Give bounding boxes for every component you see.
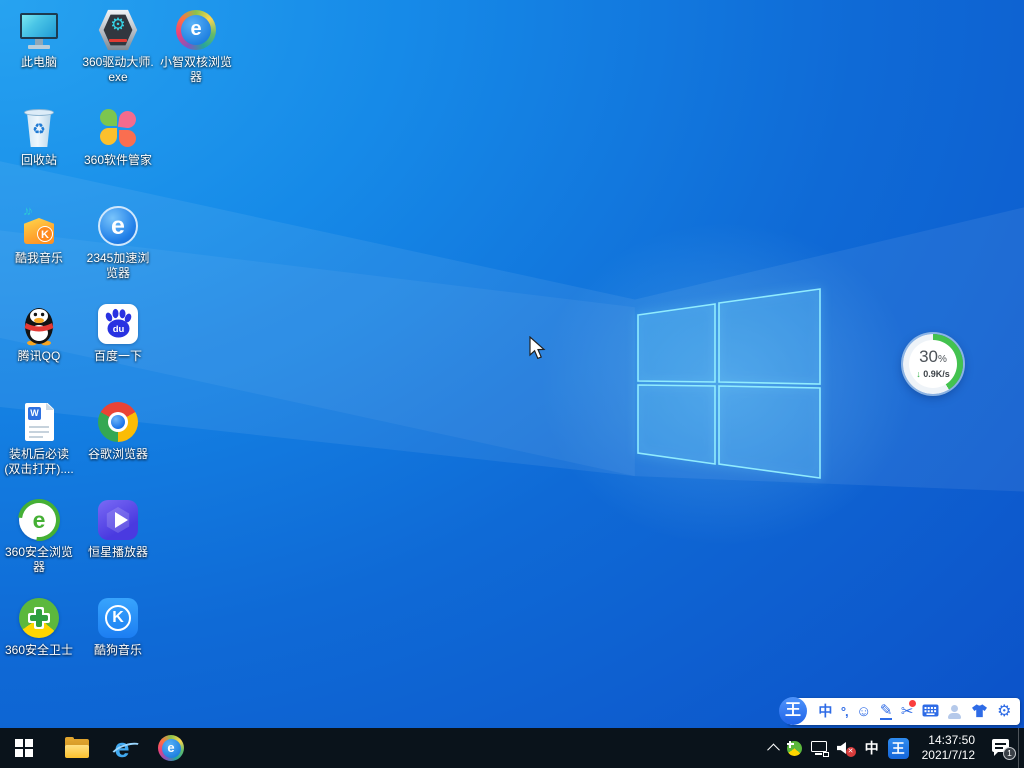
- 360-safe-browser-icon: e: [17, 498, 61, 542]
- desktop-icon-360-safe-browser[interactable]: e 360安全浏览器: [0, 498, 78, 576]
- desktop-icon-label: 360软件管家: [84, 153, 152, 168]
- memory-percent: 30%: [919, 348, 947, 369]
- svg-text:du: du: [113, 324, 125, 335]
- desktop-icon-xiaozhi-browser[interactable]: e 小智双核浏览器: [157, 8, 235, 86]
- ethernet-network-icon: [811, 741, 828, 756]
- xiaozhi-browser-icon: e: [158, 735, 184, 761]
- desktop-icon-label: 酷我音乐: [15, 251, 63, 266]
- desktop-icon-kuwo-music[interactable]: ♪♪K 酷我音乐: [0, 204, 78, 267]
- ime-emoji-icon[interactable]: ☺: [856, 704, 871, 719]
- desktop-icon-label: 酷狗音乐: [94, 643, 142, 658]
- desktop-icon-tencent-qq[interactable]: 腾讯QQ: [0, 302, 78, 365]
- tray-network[interactable]: [811, 741, 828, 756]
- volume-muted-icon: ✕: [837, 741, 856, 756]
- network-speed: ↓ 0.9K/s: [916, 369, 950, 380]
- desktop-icon-label: 装机后必读(双击打开)....: [2, 447, 76, 477]
- xiaozhi-browser-icon: e: [174, 8, 218, 52]
- download-arrow-icon: ↓: [916, 369, 921, 379]
- desktop-icon-360-driver-master[interactable]: ⚙ 360驱动大师.exe: [79, 8, 157, 86]
- 360-driver-master-icon: ⚙: [96, 8, 140, 52]
- 360-security-guard-icon: [17, 596, 61, 640]
- desktop-icon-label: 此电脑: [21, 55, 57, 70]
- desktop-icon-label: 谷歌浏览器: [88, 447, 148, 462]
- file-explorer-icon: [65, 739, 89, 758]
- baidu-search-icon: du: [96, 302, 140, 346]
- desktop-icon-recycle-bin[interactable]: ♻ 回收站: [0, 106, 78, 169]
- readme-document-icon: W: [17, 400, 61, 444]
- chevron-up-icon: [767, 743, 780, 756]
- tray-360-guard[interactable]: [787, 741, 802, 756]
- windows-start-icon: [15, 739, 33, 757]
- tray-show-hidden-icons[interactable]: [769, 744, 778, 753]
- desktop-icon-label: 360安全卫士: [5, 643, 73, 658]
- notification-count-badge: 1: [1003, 747, 1016, 760]
- tray-ime-badge[interactable]: 王: [888, 738, 909, 759]
- desktop-icon-this-pc[interactable]: 此电脑: [0, 8, 78, 71]
- ime-settings-icon[interactable]: ⚙: [997, 704, 1011, 719]
- desktop-icon-label: 360安全浏览器: [2, 545, 76, 575]
- tray-clock[interactable]: 14:37:50 2021/7/12: [922, 733, 975, 763]
- action-center-button[interactable]: 1: [992, 738, 1014, 758]
- ime-handwriting-icon[interactable]: ✎: [880, 703, 893, 720]
- desktop-icon-360-security-guard[interactable]: 360安全卫士: [0, 596, 78, 659]
- ime-wang-icon: 王: [888, 738, 909, 759]
- e-browser-icon: e: [114, 735, 129, 762]
- desktop: 此电脑 ♻ 回收站 ♪♪K 酷我音乐 腾讯QQ: [0, 0, 1024, 768]
- clock-time: 14:37:50: [922, 733, 975, 748]
- start-button[interactable]: [0, 728, 48, 768]
- tencent-qq-icon: [17, 302, 61, 346]
- 2345-browser-icon: e: [96, 204, 140, 248]
- kugou-music-icon: K: [96, 596, 140, 640]
- desktop-icon-360-software-manager[interactable]: 360软件管家: [79, 106, 157, 169]
- taskbar-xiaozhi-browser[interactable]: e: [147, 728, 195, 768]
- recycle-bin-icon: ♻: [17, 106, 61, 150]
- 360-guard-icon: [787, 741, 802, 756]
- this-pc-icon: [17, 8, 61, 52]
- tray-language-indicator[interactable]: 中: [865, 738, 879, 758]
- desktop-icon-label: 恒星播放器: [88, 545, 148, 560]
- desktop-icon-label: 2345加速浏览器: [81, 251, 155, 281]
- system-tray: ✕ 中 王 14:37:50 2021/7/12 1: [769, 728, 1024, 768]
- taskbar-browser-e[interactable]: e: [98, 728, 146, 768]
- widget-inner: 30% ↓ 0.9K/s: [909, 340, 957, 388]
- desktop-icon-star-player[interactable]: 恒星播放器: [79, 498, 157, 561]
- red-dot-badge: [909, 700, 916, 707]
- taskbar: e e ✕ 中 王 14:37:50 2021/7/12 1: [0, 728, 1024, 768]
- desktop-icon-label: 小智双核浏览器: [159, 55, 233, 85]
- windows-logo: [630, 282, 830, 492]
- desktop-icon-label: 回收站: [21, 153, 57, 168]
- desktop-icon-label: 360驱动大师.exe: [81, 55, 155, 85]
- google-chrome-icon: [96, 400, 140, 444]
- star-player-icon: [96, 498, 140, 542]
- ime-toolbar: 王 中 °, ☺ ✎ ✂ ⚙: [788, 698, 1020, 725]
- tray-volume[interactable]: ✕: [837, 741, 856, 756]
- show-desktop-button[interactable]: [1018, 728, 1024, 768]
- network-speed-widget[interactable]: 30% ↓ 0.9K/s: [903, 334, 963, 394]
- 360-software-manager-icon: [96, 106, 140, 150]
- taskbar-file-explorer[interactable]: [53, 728, 101, 768]
- ime-screenshot-icon[interactable]: ✂: [901, 704, 914, 719]
- kuwo-music-icon: ♪♪K: [17, 204, 61, 248]
- notification-icon: 1: [992, 738, 1014, 758]
- ime-chinese-mode-icon[interactable]: 中: [818, 704, 832, 719]
- ime-skin-icon[interactable]: [970, 703, 989, 721]
- desktop-icon-readme-document[interactable]: W 装机后必读(双击打开)....: [0, 400, 78, 478]
- desktop-icon-google-chrome[interactable]: 谷歌浏览器: [79, 400, 157, 463]
- ime-logo-icon[interactable]: 王: [779, 697, 807, 725]
- desktop-icon-2345-browser[interactable]: e 2345加速浏览器: [79, 204, 157, 282]
- desktop-icon-label: 百度一下: [94, 349, 142, 364]
- desktop-icon-baidu-search[interactable]: du 百度一下: [79, 302, 157, 365]
- desktop-icon-label: 腾讯QQ: [18, 349, 61, 364]
- ime-punctuation-icon[interactable]: °,: [841, 704, 848, 719]
- ime-account-icon[interactable]: [947, 705, 961, 719]
- clock-date: 2021/7/12: [922, 748, 975, 763]
- ime-virtual-keyboard-icon[interactable]: [922, 704, 939, 720]
- desktop-icon-kugou-music[interactable]: K 酷狗音乐: [79, 596, 157, 659]
